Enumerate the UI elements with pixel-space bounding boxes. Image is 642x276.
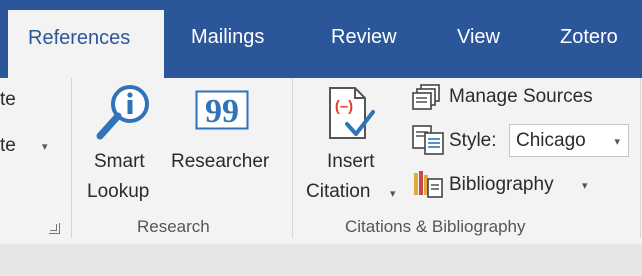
insert-citation-label-1[interactable]: Insert [327,151,375,173]
group-separator [71,78,72,238]
group-separator [292,78,293,238]
group-separator [640,78,641,238]
partial-button-top-label[interactable]: te [0,89,16,111]
tab-view[interactable]: View [457,26,500,49]
svg-text:(–): (–) [335,98,353,115]
style-label: Style: [449,130,497,151]
bibliography-caret-icon[interactable]: ▾ [582,179,588,192]
partial-button-bottom-label[interactable]: te [0,135,16,157]
svg-text:99: 99 [205,93,239,130]
ribbon-bottom-bar [0,244,642,276]
manage-sources-icon[interactable] [412,83,442,111]
insert-citation-label-2[interactable]: Citation [306,181,370,203]
dialog-launcher-icon[interactable] [49,223,60,234]
tab-review[interactable]: Review [331,26,397,49]
smart-lookup-label-2[interactable]: Lookup [87,181,149,203]
chevron-down-icon: ▾ [614,136,620,148]
style-icon[interactable] [412,125,444,155]
ribbon-tab-bar: References Mailings Review View Zotero [0,0,642,78]
magnifier-info-icon[interactable] [92,82,154,144]
tab-zotero[interactable]: Zotero [560,26,618,49]
researcher-label[interactable]: Researcher [171,151,269,173]
insert-citation-caret-icon[interactable]: ▾ [390,187,396,200]
bibliography-label[interactable]: Bibliography [449,174,554,196]
tab-references[interactable]: References [8,10,164,78]
citations-group-label: Citations & Bibliography [345,217,526,236]
partial-button-caret-icon[interactable]: ▾ [42,140,48,153]
insert-citation-icon[interactable]: (–) [327,86,375,142]
tab-mailings[interactable]: Mailings [191,26,264,49]
manage-sources-label[interactable]: Manage Sources [449,86,593,108]
smart-lookup-label-1[interactable]: Smart [94,151,145,173]
style-dropdown-value: Chicago [516,130,586,151]
tab-references-label: References [28,27,131,49]
quote-icon[interactable]: 99 [195,90,249,130]
research-group-label: Research [137,217,210,236]
style-dropdown[interactable]: Chicago ▾ [509,124,629,157]
bibliography-icon[interactable] [412,169,444,199]
ribbon-panel: te te ▾ Smart Lookup 99 Researcher Resea… [0,78,642,244]
